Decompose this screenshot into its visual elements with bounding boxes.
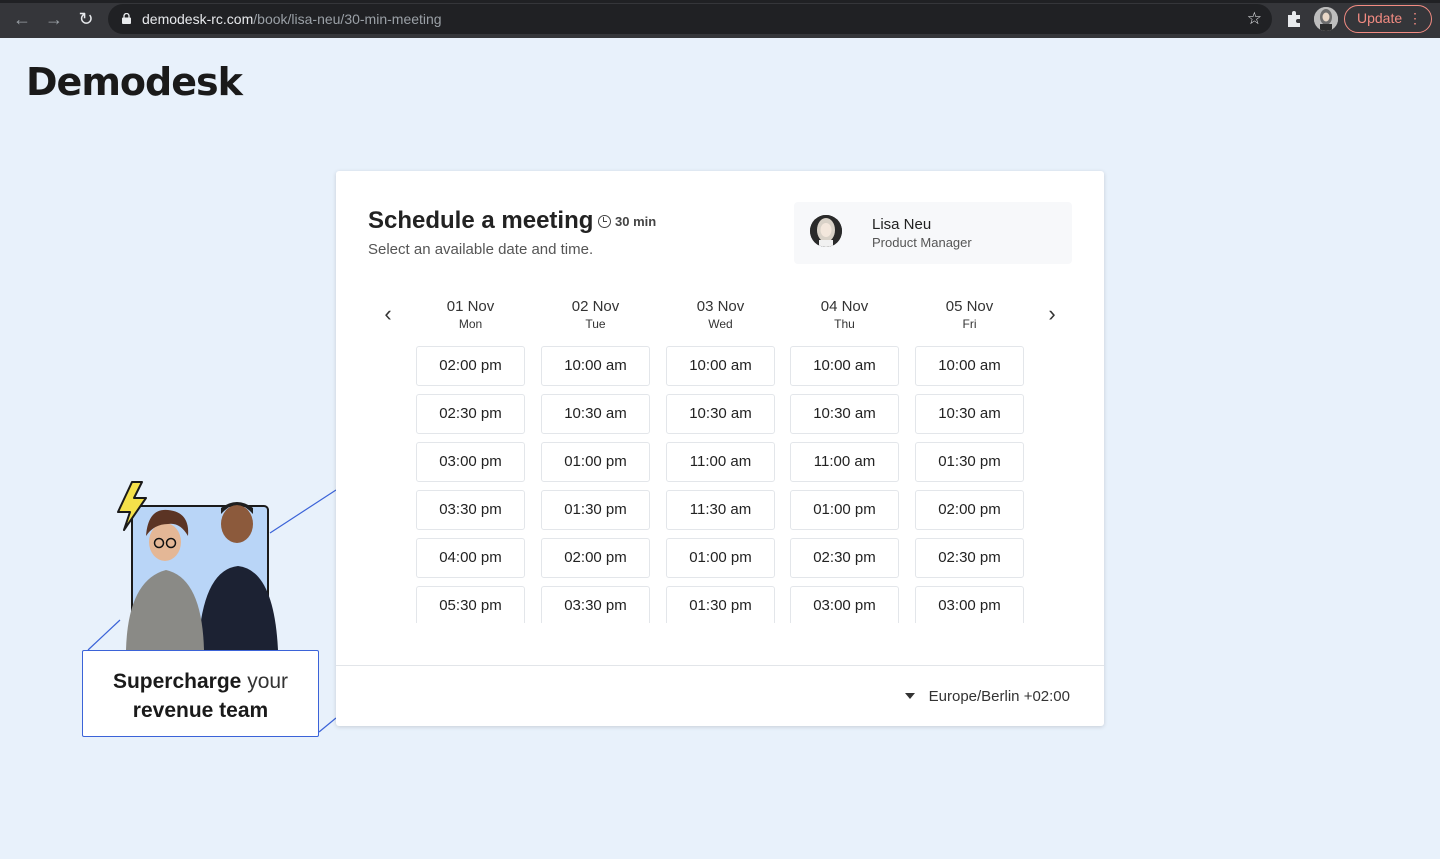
day-date: 02 Nov bbox=[571, 298, 620, 315]
day-header: 02 Nov Tue bbox=[541, 298, 650, 331]
time-slot-button[interactable]: 01:30 pm bbox=[915, 442, 1024, 482]
previous-week-chevron-icon[interactable]: ‹ bbox=[376, 302, 400, 326]
time-slot-button[interactable]: 03:30 pm bbox=[416, 490, 525, 530]
time-slot-button[interactable]: 10:00 am bbox=[541, 346, 650, 386]
promo-light-text: your bbox=[247, 670, 289, 693]
time-slot-button[interactable]: 01:00 pm bbox=[790, 490, 899, 530]
time-slot-button[interactable]: 10:00 am bbox=[915, 346, 1024, 386]
time-slot-button[interactable]: 04:00 pm bbox=[416, 538, 525, 578]
day-header: 04 Nov Thu bbox=[790, 298, 899, 331]
bookmark-star-icon[interactable]: ☆ bbox=[1247, 9, 1262, 29]
time-slot-button[interactable]: 05:30 pm bbox=[416, 586, 525, 623]
day-weekday: Fri bbox=[962, 317, 977, 331]
time-slot-button[interactable]: 01:30 pm bbox=[666, 586, 775, 623]
timezone-label: Europe/Berlin +02:00 bbox=[928, 688, 1070, 705]
time-slot-button[interactable]: 10:30 am bbox=[915, 394, 1024, 434]
day-date: 04 Nov bbox=[820, 298, 869, 315]
time-slot-button[interactable]: 02:00 pm bbox=[416, 346, 525, 386]
update-button[interactable]: Update ⋮ bbox=[1344, 5, 1432, 33]
time-slot-button[interactable]: 11:00 am bbox=[666, 442, 775, 482]
caret-down-icon bbox=[904, 693, 915, 699]
demodesk-logo[interactable]: Demodesk bbox=[26, 60, 243, 104]
promo-bold-text: Supercharge bbox=[112, 670, 242, 693]
time-slot-button[interactable]: 10:30 am bbox=[541, 394, 650, 434]
promo-line-1: Supercharge your bbox=[83, 667, 318, 696]
reload-icon[interactable]: ↻ bbox=[76, 9, 96, 29]
time-slot-button[interactable]: 10:00 am bbox=[666, 346, 775, 386]
time-slot-button[interactable]: 02:30 pm bbox=[416, 394, 525, 434]
day-weekday: Thu bbox=[834, 317, 855, 331]
time-slot-button[interactable]: 02:00 pm bbox=[915, 490, 1024, 530]
day-weekday: Tue bbox=[585, 317, 606, 331]
time-slot-button[interactable]: 01:30 pm bbox=[541, 490, 650, 530]
host-photo-icon bbox=[810, 215, 842, 247]
time-slot-button[interactable]: 10:00 am bbox=[790, 346, 899, 386]
booking-card: Schedule a meeting 30 min Select an avai… bbox=[336, 171, 1104, 726]
time-slot-button[interactable]: 02:00 pm bbox=[541, 538, 650, 578]
time-slot-button[interactable]: 02:30 pm bbox=[915, 538, 1024, 578]
time-slot-button[interactable]: 10:30 am bbox=[790, 394, 899, 434]
day-header: 01 Nov Mon bbox=[416, 298, 525, 331]
duration-text: 30 min bbox=[615, 214, 657, 229]
time-slot-button[interactable]: 01:00 pm bbox=[666, 538, 775, 578]
time-slot-button[interactable]: 02:30 pm bbox=[790, 538, 899, 578]
promo-callout: Supercharge your revenue team bbox=[82, 650, 319, 737]
clock-icon bbox=[598, 215, 611, 228]
browser-toolbar: ← → ↻ demodesk-rc.com/book/lisa-neu/30-m… bbox=[0, 0, 1440, 38]
page-subtitle: Select an available date and time. bbox=[368, 241, 594, 258]
day-date: 05 Nov bbox=[945, 298, 994, 315]
time-slot-button[interactable]: 03:00 pm bbox=[416, 442, 525, 482]
kebab-menu-icon[interactable]: ⋮ bbox=[1408, 6, 1422, 31]
extensions-puzzle-icon[interactable] bbox=[1284, 9, 1304, 29]
address-bar[interactable]: demodesk-rc.com/book/lisa-neu/30-min-mee… bbox=[108, 4, 1272, 34]
day-weekday: Wed bbox=[708, 317, 733, 331]
duration-badge: 30 min bbox=[598, 213, 656, 229]
time-slot-button[interactable]: 10:30 am bbox=[666, 394, 775, 434]
tab-strip bbox=[0, 0, 1440, 3]
time-slot-button[interactable]: 03:30 pm bbox=[541, 586, 650, 623]
day-date: 03 Nov bbox=[696, 298, 745, 315]
day-header: 03 Nov Wed bbox=[666, 298, 775, 331]
url-text: demodesk-rc.com/book/lisa-neu/30-min-mee… bbox=[142, 11, 442, 27]
profile-avatar[interactable] bbox=[1314, 7, 1338, 31]
promo-bold-text-2: revenue team bbox=[132, 699, 269, 722]
time-slot-button[interactable]: 11:30 am bbox=[666, 490, 775, 530]
time-slot-button[interactable]: 11:00 am bbox=[790, 442, 899, 482]
day-date: 01 Nov bbox=[446, 298, 495, 315]
day-header: 05 Nov Fri bbox=[915, 298, 1024, 331]
host-role: Product Manager bbox=[872, 235, 972, 250]
host-info: Lisa Neu Product Manager bbox=[794, 202, 1072, 264]
lock-icon bbox=[122, 13, 131, 24]
next-week-chevron-icon[interactable]: › bbox=[1040, 302, 1064, 326]
time-slot-button[interactable]: 03:00 pm bbox=[790, 586, 899, 623]
day-weekday: Mon bbox=[458, 317, 483, 331]
host-avatar bbox=[810, 215, 842, 247]
forward-icon[interactable]: → bbox=[44, 9, 64, 29]
profile-photo-icon bbox=[1314, 7, 1338, 31]
back-icon[interactable]: ← bbox=[12, 9, 32, 29]
timezone-selector[interactable]: Europe/Berlin +02:00 bbox=[904, 688, 1070, 705]
time-slot-grid: 02:00 pm 02:30 pm 03:00 pm 03:30 pm 04:00 pm… bbox=[416, 346, 1036, 623]
time-slot-button[interactable]: 01:00 pm bbox=[541, 442, 650, 482]
promo-line-2: revenue team bbox=[83, 696, 318, 725]
host-name: Lisa Neu bbox=[872, 216, 932, 233]
card-divider bbox=[336, 665, 1104, 666]
page-title: Schedule a meeting bbox=[368, 207, 594, 234]
time-slot-button[interactable]: 03:00 pm bbox=[915, 586, 1024, 623]
